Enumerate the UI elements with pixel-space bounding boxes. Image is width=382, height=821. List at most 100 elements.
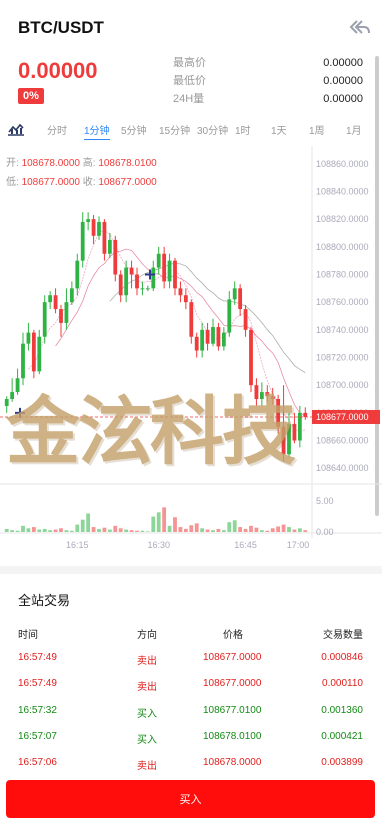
- trade-qty: 0.003899: [321, 757, 363, 768]
- y-axis-tick-label: 108740.0000: [316, 325, 369, 335]
- volume-bar: [37, 529, 42, 532]
- tab-timeframe[interactable]: 1周: [309, 122, 325, 137]
- candle-body: [232, 288, 237, 300]
- trade-time: 16:57:32: [18, 705, 57, 716]
- volume-bar: [75, 524, 80, 532]
- candlestick-chart-icon[interactable]: [7, 122, 25, 136]
- stat-value: 0.00000: [323, 57, 363, 69]
- candle-body: [107, 239, 112, 254]
- tab-timeframe[interactable]: 1月: [346, 122, 362, 137]
- volume-bar: [145, 531, 150, 532]
- volume-bar: [183, 528, 188, 532]
- kline-chart[interactable]: 108860.0000 108840.0000 108820.0000 108800.…: [0, 146, 382, 556]
- ohlc-low-close: 低: 108677.0000 收: 108677.0000: [6, 173, 157, 188]
- volume-bar: [200, 528, 205, 532]
- timeframe-tabs: 分时 1分钟 5分钟 15分钟 30分钟 1时 1天 1周 1月: [0, 118, 382, 140]
- volume-bar: [297, 528, 302, 532]
- candle-body: [205, 329, 210, 344]
- volume-bar: [173, 517, 177, 532]
- trade-price: 108677.0000: [203, 678, 262, 689]
- candle-body: [26, 332, 31, 344]
- volume-bar: [48, 530, 53, 532]
- trade-price: 108678.0100: [203, 731, 262, 742]
- trades-section-title: 全站交易: [18, 593, 71, 608]
- volume-bar: [162, 507, 167, 532]
- kline-chart-canvas[interactable]: 108860.0000 108840.0000 108820.0000 108800.…: [0, 146, 382, 556]
- candle-body: [42, 302, 47, 337]
- candle-body: [86, 219, 91, 222]
- volume-bar: [97, 528, 101, 532]
- volume-bar: [21, 525, 25, 532]
- volume-bar: [189, 525, 194, 532]
- candle-body: [31, 332, 36, 372]
- y-axis-tick-label: 108820.0000: [316, 214, 369, 224]
- candle-body: [178, 288, 183, 296]
- header-time: 时间: [18, 630, 38, 641]
- volume-bar: [129, 530, 134, 532]
- low-value: 108677.0000: [21, 177, 80, 188]
- trade-row: 16:57:07 买入 108678.0100 0.000421: [0, 731, 382, 746]
- tab-timeframe[interactable]: 30分钟: [197, 122, 228, 137]
- volume-bar: [211, 530, 215, 532]
- candle-body: [124, 267, 129, 296]
- trade-time: 16:57:49: [18, 652, 57, 663]
- x-axis-tick-label: 17:00: [287, 540, 310, 550]
- volume-bar: [227, 522, 232, 532]
- volume-bar: [243, 528, 248, 532]
- candle-body: [37, 336, 42, 372]
- y-axis-tick-label: 108700.0000: [316, 380, 369, 390]
- candle-body: [69, 288, 74, 303]
- pair-title: BTC/USDT: [18, 18, 104, 37]
- volume-bar: [135, 530, 139, 532]
- candle-body: [75, 260, 80, 289]
- candle-body: [194, 336, 199, 351]
- candle-body: [183, 295, 188, 303]
- candle-body: [303, 412, 308, 417]
- candle-body: [59, 309, 63, 323]
- volume-bar: [64, 530, 69, 532]
- volume-bar: [86, 513, 91, 532]
- candle-body: [118, 274, 123, 296]
- tab-timeframe-active[interactable]: 1分钟: [84, 122, 110, 140]
- stat-label: 最高价: [173, 57, 206, 69]
- trade-row: 16:57:49 卖出 108677.0000 0.000846: [0, 652, 382, 667]
- double-back-arrow-icon[interactable]: [348, 18, 370, 36]
- tab-timeframe[interactable]: 1时: [235, 122, 251, 137]
- stat-value: 0.00000: [323, 75, 363, 87]
- header-price: 价格: [223, 630, 243, 641]
- trade-row: 16:57:06 卖出 108678.0000 0.003899: [0, 757, 382, 772]
- trade-time: 16:57:49: [18, 678, 57, 689]
- tab-timeframe[interactable]: 15分钟: [159, 122, 190, 137]
- volume-bar: [156, 512, 161, 532]
- y-axis-tick-label: 108860.0000: [316, 159, 369, 169]
- header: BTC/USDT: [0, 0, 382, 56]
- stat-label: 最低价: [173, 75, 206, 87]
- candle-body: [238, 288, 243, 310]
- volume-bar: [69, 530, 74, 532]
- y-axis-tick-label: 108640.0000: [316, 463, 369, 473]
- y-axis-tick-label: 108720.0000: [316, 353, 369, 363]
- tab-timeframe[interactable]: 分时: [47, 122, 67, 137]
- trade-direction: 卖出: [137, 761, 157, 772]
- volume-bar: [91, 527, 96, 532]
- candle-body: [135, 274, 139, 289]
- y-axis-tick-label: 108800.0000: [316, 242, 369, 252]
- volume-bar: [4, 528, 9, 532]
- buy-button[interactable]: 买入: [6, 780, 375, 818]
- section-divider: [0, 566, 382, 574]
- y-axis-tick-label: 108780.0000: [316, 270, 369, 280]
- candle-body: [113, 239, 118, 275]
- trade-price: 108677.0000: [203, 652, 262, 663]
- ma20-line: [109, 263, 306, 373]
- volume-bar: [59, 528, 63, 532]
- x-axis-tick-label: 16:30: [147, 540, 170, 550]
- y-axis-tick-label: 108840.0000: [316, 187, 369, 197]
- trade-time: 16:57:07: [18, 731, 57, 742]
- volume-bar: [151, 516, 156, 532]
- trade-direction: 卖出: [137, 656, 157, 667]
- candle-body: [80, 221, 85, 261]
- tab-timeframe[interactable]: 1天: [271, 122, 287, 137]
- stat-volume: 24H量 0.00000: [173, 90, 363, 108]
- stat-label: 24H量: [173, 93, 205, 105]
- tab-timeframe[interactable]: 5分钟: [121, 122, 147, 137]
